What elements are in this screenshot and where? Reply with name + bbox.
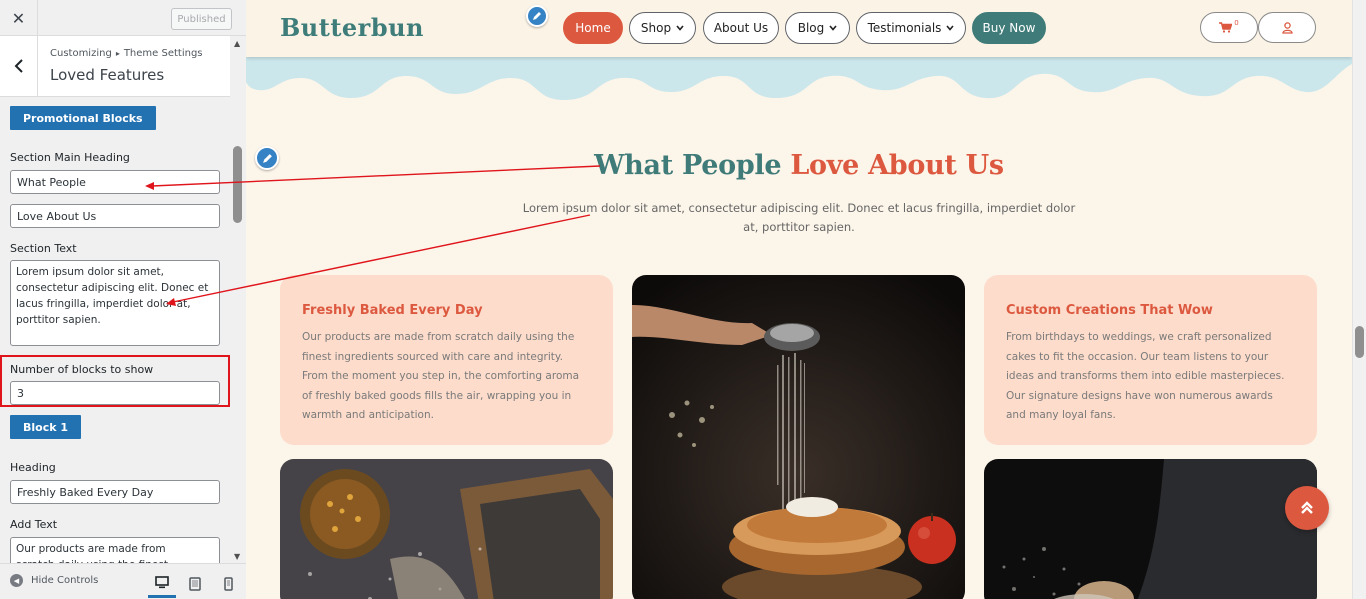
heading-part2: Love About Us <box>790 150 1004 181</box>
account-button[interactable] <box>1258 12 1316 43</box>
breadcrumb-parent: Theme Settings <box>123 48 203 59</box>
nav-blog[interactable]: Blog <box>785 12 850 44</box>
heading-part1: What People <box>594 150 782 181</box>
baker-photo <box>984 459 1317 599</box>
section-text: Lorem ipsum dolor sit amet, consectetur … <box>522 201 1076 234</box>
panel-scrollbar[interactable]: ▲ ▼ <box>230 36 246 563</box>
tablet-preview-button[interactable] <box>181 570 209 598</box>
blocks-count-label: Number of blocks to show <box>10 363 154 376</box>
chevron-down-icon <box>829 25 837 31</box>
nav-home-label: Home <box>575 21 611 35</box>
scroll-down-icon[interactable]: ▼ <box>234 552 240 561</box>
site-preview: Butterbun Home Shop About Us Blog Testim… <box>246 0 1352 599</box>
drip-decoration <box>246 52 1352 100</box>
add-text-label: Add Text <box>10 518 58 531</box>
section-text-textarea[interactable]: Lorem ipsum dolor sit amet, consectetur … <box>10 260 220 346</box>
panel-scroll-thumb[interactable] <box>233 146 242 223</box>
block-text-textarea[interactable]: Our products are made from scratch daily… <box>10 537 220 563</box>
double-chevron-up-icon <box>1301 501 1313 514</box>
nav-blog-label: Blog <box>797 21 825 35</box>
heading-part2-input[interactable]: Love About Us <box>10 204 220 228</box>
pie-photo <box>632 275 965 599</box>
card-body: Our products are made from scratch daily… <box>302 331 580 421</box>
nav-shop[interactable]: Shop <box>629 12 696 44</box>
site-logo[interactable]: Butterbun <box>280 13 424 42</box>
nav-about[interactable]: About Us <box>703 12 779 44</box>
heading-part1-input[interactable]: What People <box>10 170 220 194</box>
customizer-topbar: ✕ Published <box>0 0 246 36</box>
tablet-icon <box>189 577 201 591</box>
pencil-icon <box>262 153 272 163</box>
scroll-up-icon[interactable]: ▲ <box>234 39 240 48</box>
close-icon: ✕ <box>11 8 26 28</box>
cart-count: 0 <box>1234 18 1239 27</box>
page-scrollbar[interactable] <box>1352 0 1366 599</box>
section-main-heading-label: Section Main Heading <box>10 151 130 164</box>
close-customizer-button[interactable]: ✕ <box>0 0 38 36</box>
panel-title: Loved Features <box>50 66 165 84</box>
chevron-down-icon <box>676 25 684 31</box>
desktop-preview-button[interactable] <box>148 570 176 598</box>
buy-now-button[interactable]: Buy Now <box>972 12 1046 44</box>
block-heading-input[interactable]: Freshly Baked Every Day <box>10 480 220 504</box>
feature-image-baker <box>984 459 1317 599</box>
back-button[interactable] <box>0 36 38 96</box>
nav-testimonials-label: Testimonials <box>867 21 942 35</box>
pencil-icon <box>533 12 541 20</box>
nav-shop-label: Shop <box>640 21 672 35</box>
section-text-label: Section Text <box>10 242 77 255</box>
chevron-down-icon <box>946 25 955 31</box>
controls-list: Promotional Blocks Section Main Heading … <box>0 97 230 563</box>
nav-about-label: About Us <box>713 21 769 35</box>
nav-testimonials[interactable]: Testimonials <box>856 12 966 44</box>
page-scroll-thumb[interactable] <box>1355 326 1364 358</box>
ingredients-photo <box>280 459 613 599</box>
breadcrumb-separator: ▸ <box>115 49 120 58</box>
customizer-panel: ✕ Published Customizing ▸ Theme Settings L… <box>0 0 246 599</box>
cart-button[interactable]: 0 <box>1200 12 1258 43</box>
section-heading: What People Love About Us <box>246 150 1352 181</box>
heading-label: Heading <box>10 461 56 474</box>
edit-logo-button[interactable] <box>526 5 548 27</box>
promotional-blocks-button[interactable]: Promotional Blocks <box>10 106 156 130</box>
card-title: Custom Creations That Wow <box>1006 303 1213 318</box>
mobile-icon <box>223 577 233 591</box>
feature-image-ingredients <box>280 459 613 599</box>
desktop-icon <box>155 576 169 589</box>
published-button[interactable]: Published <box>171 8 232 30</box>
hide-controls-button[interactable]: ◀ Hide Controls <box>10 574 98 587</box>
card-title: Freshly Baked Every Day <box>302 303 483 318</box>
card-body: From birthdays to weddings, we craft per… <box>1006 331 1285 421</box>
mobile-preview-button[interactable] <box>214 570 242 598</box>
nav-home[interactable]: Home <box>563 12 623 44</box>
buy-now-label: Buy Now <box>982 21 1036 35</box>
feature-card-1: Freshly Baked Every Day Our products are… <box>280 275 613 445</box>
section-header: Customizing ▸ Theme Settings Loved Feature… <box>0 36 230 97</box>
block1-button[interactable]: Block 1 <box>10 415 82 439</box>
blocks-count-input[interactable]: 3 <box>10 381 220 405</box>
user-icon <box>1281 21 1293 34</box>
feature-card-2: Custom Creations That Wow From birthdays… <box>984 275 1317 445</box>
chevron-left-icon <box>14 59 23 73</box>
breadcrumb: Customizing ▸ Theme Settings <box>50 48 203 59</box>
customizer-footer: ◀ Hide Controls <box>0 563 246 599</box>
feature-image-pie <box>632 275 965 599</box>
scroll-to-top-button[interactable] <box>1285 486 1329 530</box>
collapse-icon: ◀ <box>10 574 23 587</box>
site-header: Butterbun Home Shop About Us Blog Testim… <box>246 0 1352 57</box>
breadcrumb-root: Customizing <box>50 48 112 59</box>
cart-icon <box>1219 22 1233 33</box>
hide-controls-label: Hide Controls <box>31 575 99 586</box>
edit-section-button[interactable] <box>255 146 279 170</box>
